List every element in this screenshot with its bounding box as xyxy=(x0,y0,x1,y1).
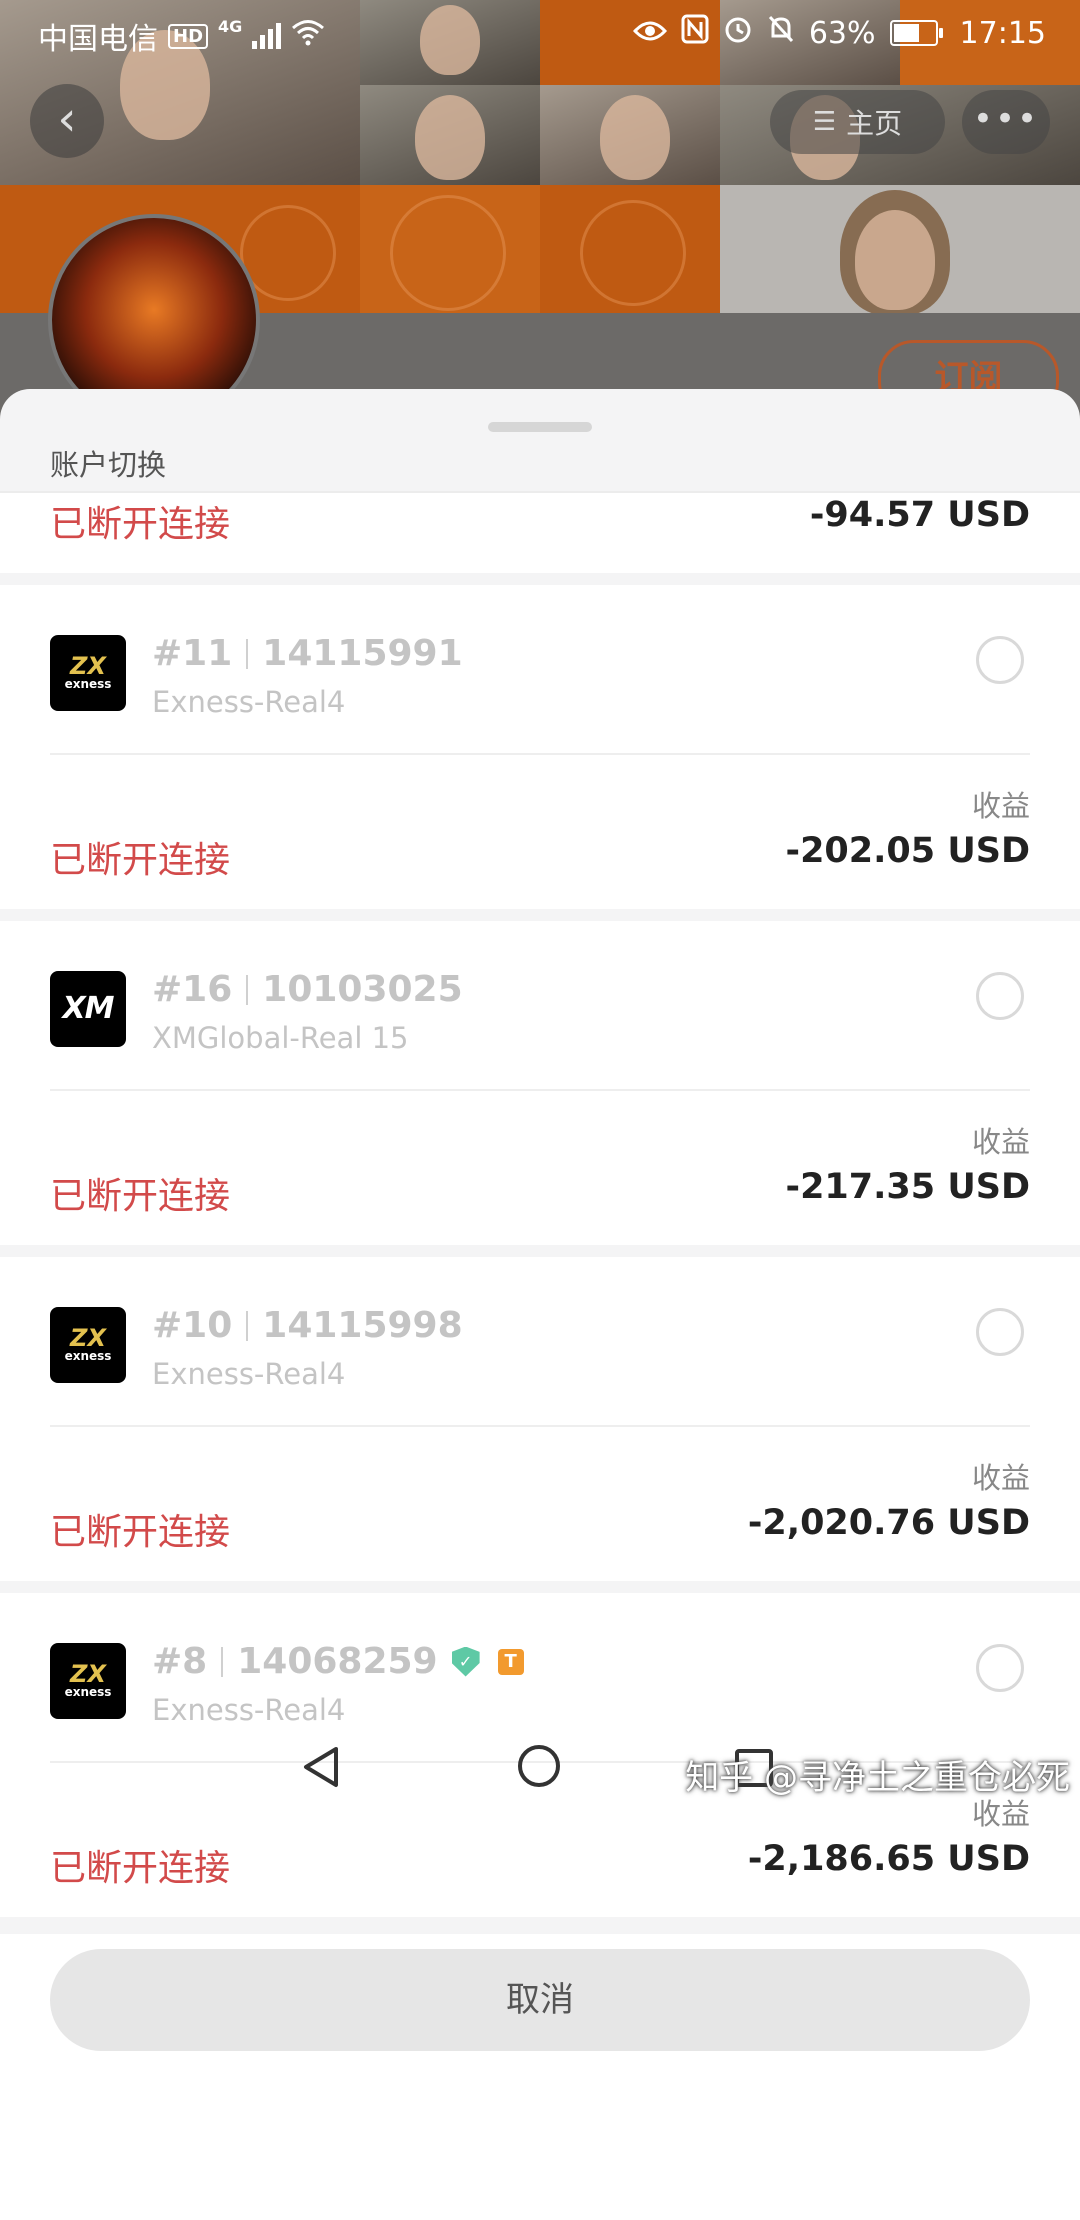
account-card[interactable]: XM #16 10103025 XMGlobal-Real 15 收益 已断开连… xyxy=(0,921,1080,1245)
tag-badge: T xyxy=(497,1648,524,1675)
status-bar: 中国电信 HD 4G 63% 17:15 xyxy=(0,0,1080,64)
connection-status: 已断开连接 xyxy=(50,1512,231,1553)
cancel-button[interactable]: 取消 xyxy=(50,1949,1030,2051)
clock: 17:15 xyxy=(959,15,1046,51)
income-amount: -2,186.65 USD xyxy=(747,1839,1030,1879)
account-index: #16 xyxy=(152,969,233,1010)
exness-logo-icon: ZX exness xyxy=(50,635,126,711)
divider xyxy=(50,753,1030,755)
watermark: 知乎 @寻净土之重仓必死 xyxy=(685,1758,1070,1798)
home-label: 主页 xyxy=(846,107,903,140)
income-amount: -2,020.76 USD xyxy=(747,1503,1030,1543)
select-radio[interactable] xyxy=(976,636,1024,684)
select-radio[interactable] xyxy=(976,1308,1024,1356)
account-server: Exness-Real4 xyxy=(152,1357,346,1391)
nav-back-icon[interactable] xyxy=(300,1745,344,1789)
account-number: 10103025 xyxy=(262,969,463,1010)
account-card[interactable]: ZX exness #10 14115998 Exness-Real4 收益 已… xyxy=(0,1257,1080,1581)
connection-status: 已断开连接 xyxy=(50,840,231,881)
chevron-left-icon: ‹ xyxy=(57,91,77,147)
divider xyxy=(50,1089,1030,1091)
battery-icon xyxy=(889,20,943,46)
wifi-icon xyxy=(291,18,325,54)
more-button[interactable]: ••• xyxy=(962,90,1050,154)
income-amount: -217.35 USD xyxy=(785,1167,1030,1207)
exness-logo-icon: ZX exness xyxy=(50,1307,126,1383)
account-id: #10 14115998 xyxy=(152,1305,463,1346)
alarm-icon xyxy=(723,14,753,52)
account-index: #10 xyxy=(152,1305,233,1346)
account-index: #11 xyxy=(152,633,233,674)
hd-badge: HD xyxy=(168,23,209,49)
drag-handle[interactable] xyxy=(488,422,592,432)
account-index: #8 xyxy=(152,1641,208,1682)
eye-icon xyxy=(632,16,667,51)
account-card[interactable]: ZX exness #11 14115991 Exness-Real4 收益 已… xyxy=(0,585,1080,909)
more-icon: ••• xyxy=(972,99,1040,139)
account-number: 14068259 xyxy=(237,1641,438,1682)
account-switch-sheet: 账户切换 已断开连接 -94.57 USD ZX exness #11 1411… xyxy=(0,389,1080,2220)
connection-status: 已断开连接 xyxy=(50,1848,231,1889)
account-id: #16 10103025 xyxy=(152,969,463,1010)
battery-percent: 63% xyxy=(808,15,876,51)
income-label: 收益 xyxy=(971,789,1030,823)
select-radio[interactable] xyxy=(976,1644,1024,1692)
income-amount: -202.05 USD xyxy=(785,831,1030,871)
connection-status: 已断开连接 xyxy=(50,504,231,545)
sheet-title: 账户切换 xyxy=(50,448,167,482)
account-number: 14115998 xyxy=(262,1305,463,1346)
menu-icon: ☰ xyxy=(812,107,837,137)
income-amount: -94.57 USD xyxy=(809,495,1030,535)
account-number: 14115991 xyxy=(262,633,463,674)
account-card[interactable]: 已断开连接 -94.57 USD xyxy=(0,493,1080,573)
cancel-area: 取消 xyxy=(0,1934,1080,2220)
network-label: 4G xyxy=(218,16,243,36)
account-id: #11 14115991 xyxy=(152,633,463,674)
nfc-icon xyxy=(681,14,709,52)
carrier-label: 中国电信 xyxy=(38,22,158,57)
mute-icon xyxy=(767,14,795,52)
income-label: 收益 xyxy=(971,1125,1030,1159)
account-server: XMGlobal-Real 15 xyxy=(152,1021,409,1055)
signal-icon xyxy=(252,23,282,49)
xm-logo-icon: XM xyxy=(50,971,126,1047)
income-label: 收益 xyxy=(971,1461,1030,1495)
verified-shield-icon: ✓ xyxy=(451,1646,480,1677)
divider xyxy=(50,1425,1030,1427)
account-id: #8 14068259 ✓ T xyxy=(152,1641,524,1682)
nav-home-icon[interactable] xyxy=(518,1745,560,1787)
home-button[interactable]: ☰ 主页 xyxy=(770,90,945,154)
account-server: Exness-Real4 xyxy=(152,685,346,719)
connection-status: 已断开连接 xyxy=(50,1176,231,1217)
select-radio[interactable] xyxy=(976,972,1024,1020)
back-button[interactable]: ‹ xyxy=(30,84,104,158)
